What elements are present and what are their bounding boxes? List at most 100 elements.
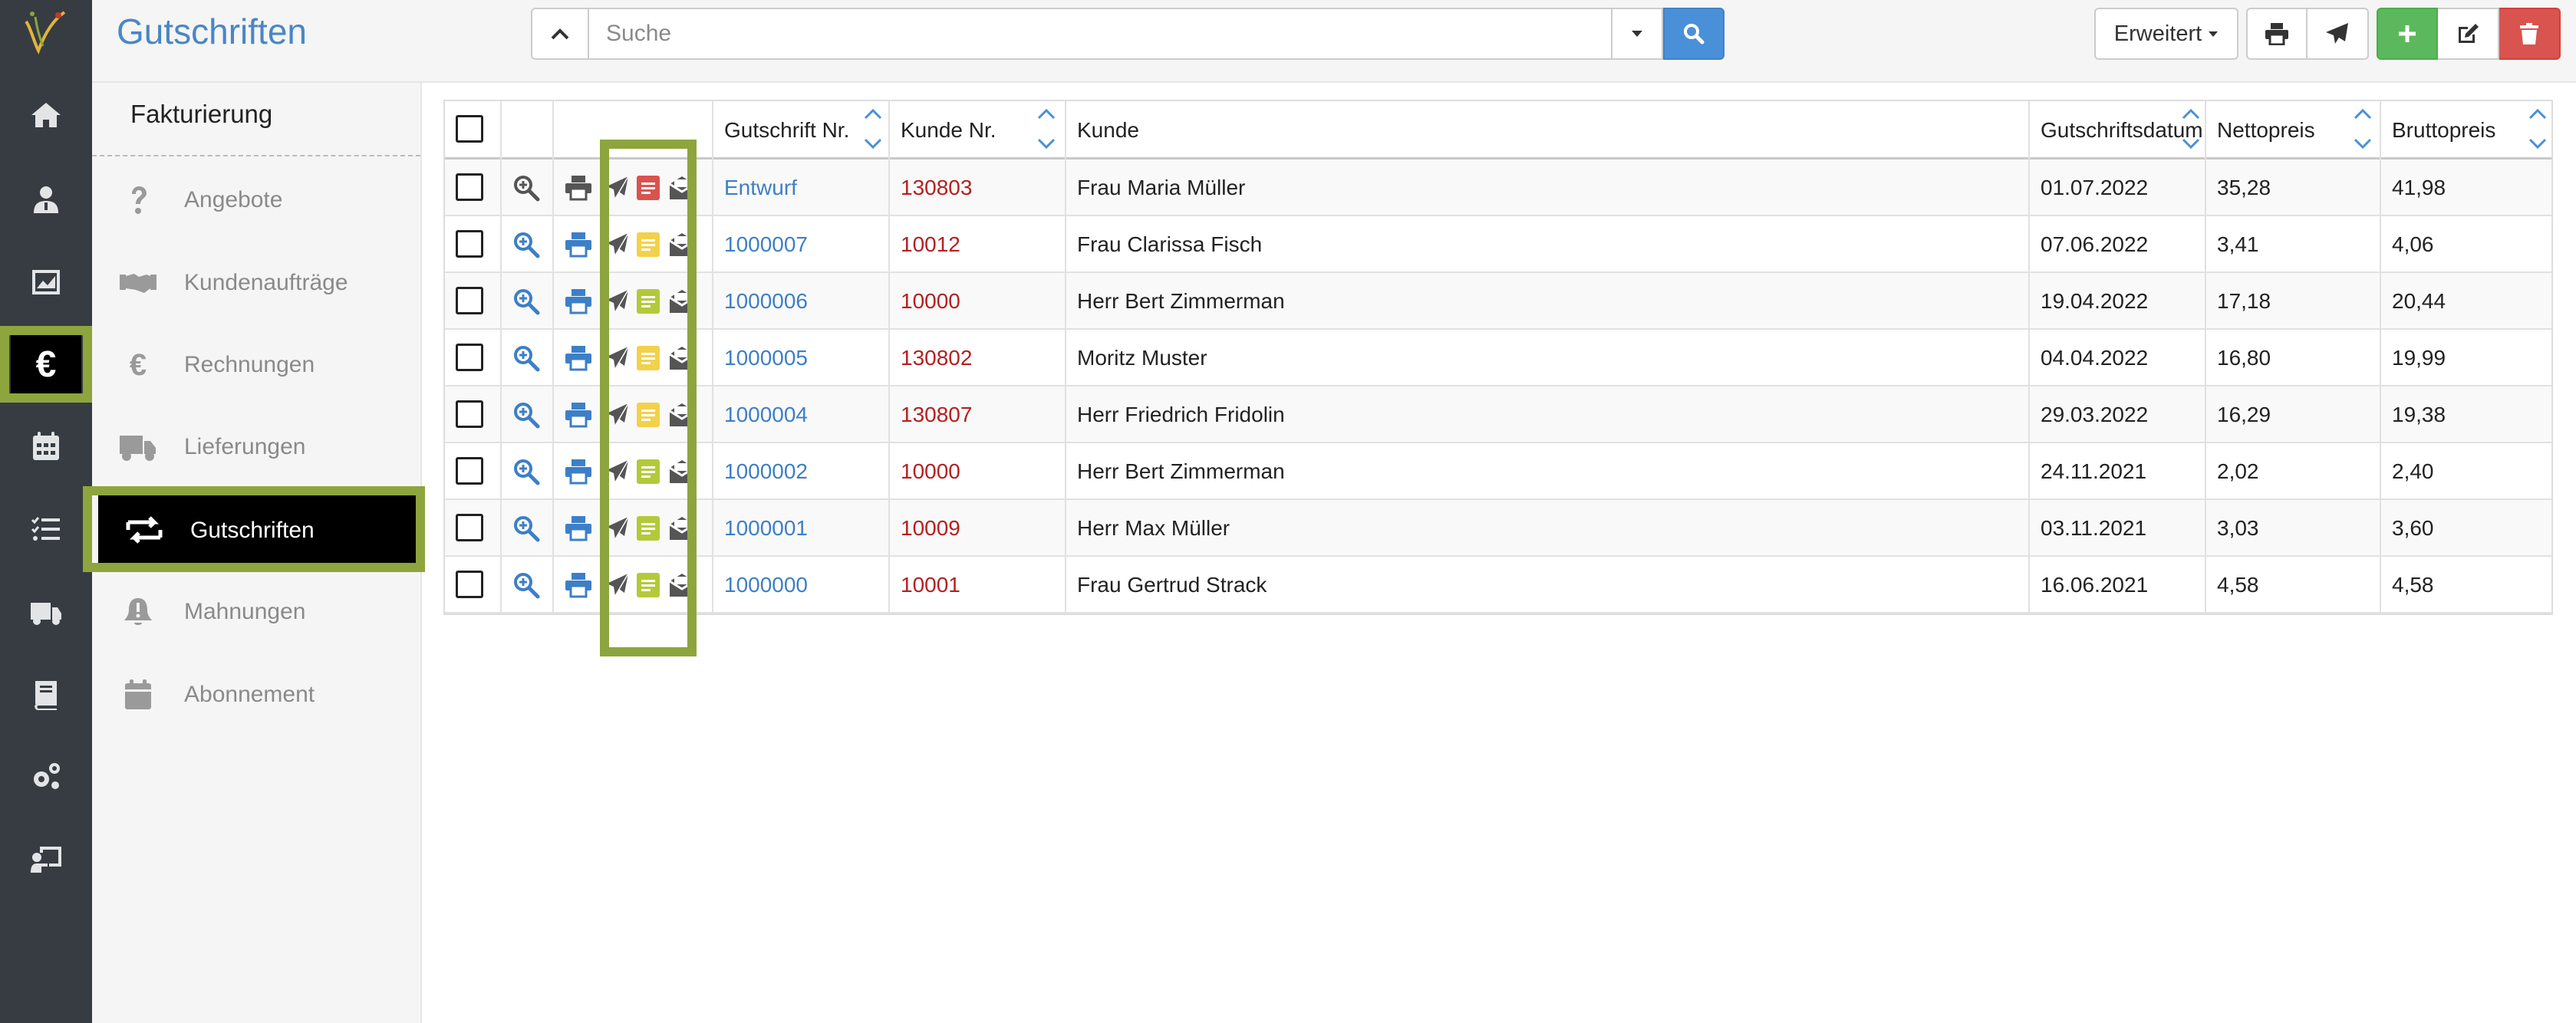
paper-plane-icon[interactable] xyxy=(604,230,631,259)
paper-plane-icon[interactable] xyxy=(604,571,631,600)
app-logo-icon[interactable] xyxy=(20,5,72,58)
subnav-item-gutschriften[interactable]: Gutschriften xyxy=(98,489,416,572)
credit-note-number-link[interactable]: 1000007 xyxy=(724,230,808,259)
sort-icon[interactable] xyxy=(2528,107,2547,150)
envelope-open-icon[interactable] xyxy=(667,571,697,600)
document-status-icon[interactable] xyxy=(635,287,661,316)
table-row[interactable]: Entwurf 130803 Frau Maria Müller 01.07.2022… xyxy=(445,160,2551,216)
col-header-customer-no[interactable]: Kunde Nr. xyxy=(901,117,996,144)
credit-note-number-link[interactable]: 1000001 xyxy=(724,514,808,543)
edit-button[interactable] xyxy=(2438,8,2499,60)
paper-plane-icon[interactable] xyxy=(604,287,631,316)
rail-shipping[interactable] xyxy=(0,574,92,650)
rail-home[interactable] xyxy=(0,77,92,153)
envelope-open-icon[interactable] xyxy=(667,230,697,259)
envelope-open-icon[interactable] xyxy=(667,514,697,543)
subnav-item-kundenauftraege[interactable]: Kundenaufträge xyxy=(92,242,420,324)
document-status-icon[interactable] xyxy=(635,514,661,543)
rail-settings[interactable] xyxy=(0,738,92,814)
zoom-in-icon[interactable] xyxy=(511,173,542,202)
advanced-dropdown[interactable]: Erweitert xyxy=(2094,8,2238,60)
paper-plane-icon[interactable] xyxy=(604,400,631,429)
envelope-open-icon[interactable] xyxy=(667,457,697,486)
row-checkbox[interactable] xyxy=(456,344,483,371)
print-button[interactable] xyxy=(2246,8,2308,60)
envelope-open-icon[interactable] xyxy=(667,173,697,202)
table-row[interactable]: 1000002 10000 Herr Bert Zimmerman 24.11.202… xyxy=(445,443,2551,500)
select-all-checkbox[interactable] xyxy=(456,115,483,143)
search-input[interactable] xyxy=(589,8,1612,60)
subnav-item-rechnungen[interactable]: € Rechnungen xyxy=(92,324,420,406)
table-row[interactable]: 1000006 10000 Herr Bert Zimmerman 19.04.202… xyxy=(445,273,2551,330)
row-checkbox[interactable] xyxy=(456,457,483,485)
table-row[interactable]: 1000000 10001 Frau Gertrud Strack 16.06.202… xyxy=(445,557,2551,613)
zoom-in-icon[interactable] xyxy=(511,571,542,600)
print-icon[interactable] xyxy=(563,400,594,429)
print-icon[interactable] xyxy=(563,457,594,486)
paper-plane-icon[interactable] xyxy=(604,514,631,543)
zoom-in-icon[interactable] xyxy=(511,344,542,373)
row-checkbox[interactable] xyxy=(456,514,483,541)
subnav-item-angebote[interactable]: Angebote xyxy=(92,159,420,242)
credit-note-number-link[interactable]: 1000006 xyxy=(724,287,808,316)
subnav-item-lieferungen[interactable]: Lieferungen xyxy=(92,406,420,488)
document-status-icon[interactable] xyxy=(635,173,661,202)
col-header-number[interactable]: Gutschrift Nr. xyxy=(724,117,849,144)
print-icon[interactable] xyxy=(563,344,594,373)
add-button[interactable] xyxy=(2377,8,2438,60)
paper-plane-icon[interactable] xyxy=(604,457,631,486)
table-row[interactable]: 1000004 130807 Herr Friedrich Fridolin 29.0… xyxy=(445,387,2551,443)
envelope-open-icon[interactable] xyxy=(667,400,697,429)
document-status-icon[interactable] xyxy=(635,457,661,486)
sort-icon[interactable] xyxy=(2354,107,2372,150)
zoom-in-icon[interactable] xyxy=(511,230,542,259)
sort-icon[interactable] xyxy=(1037,107,1056,150)
zoom-in-icon[interactable] xyxy=(511,457,542,486)
rail-tasks[interactable] xyxy=(0,491,92,567)
sort-icon[interactable] xyxy=(2182,107,2200,150)
row-checkbox[interactable] xyxy=(456,571,483,598)
rail-book[interactable] xyxy=(0,656,92,733)
print-icon[interactable] xyxy=(563,514,594,543)
print-icon[interactable] xyxy=(563,287,594,316)
document-status-icon[interactable] xyxy=(635,230,661,259)
col-header-date[interactable]: Gutschriftsdatum xyxy=(2041,117,2202,144)
row-checkbox[interactable] xyxy=(456,287,483,314)
delete-button[interactable] xyxy=(2499,8,2561,60)
subnav-item-mahnungen[interactable]: Mahnungen xyxy=(92,571,420,653)
row-checkbox[interactable] xyxy=(456,173,483,201)
print-icon[interactable] xyxy=(563,571,594,600)
document-status-icon[interactable] xyxy=(635,571,661,600)
rail-contacts[interactable] xyxy=(0,161,92,238)
rail-dashboard[interactable] xyxy=(0,244,92,321)
table-row[interactable]: 1000005 130802 Moritz Muster 04.04.2022 16,8… xyxy=(445,330,2551,387)
paper-plane-icon[interactable] xyxy=(604,173,631,202)
print-icon[interactable] xyxy=(563,173,594,202)
col-header-gross[interactable]: Bruttopreis xyxy=(2392,117,2495,144)
paper-plane-icon[interactable] xyxy=(604,344,631,373)
row-checkbox[interactable] xyxy=(456,400,483,428)
zoom-in-icon[interactable] xyxy=(511,400,542,429)
table-row[interactable]: 1000007 10012 Frau Clarissa Fisch 07.06.202… xyxy=(445,216,2551,273)
col-header-customer[interactable]: Kunde xyxy=(1077,117,1139,144)
document-status-icon[interactable] xyxy=(635,344,661,373)
zoom-in-icon[interactable] xyxy=(511,514,542,543)
print-icon[interactable] xyxy=(563,230,594,259)
zoom-in-icon[interactable] xyxy=(511,287,542,316)
rail-calendar[interactable] xyxy=(0,408,92,485)
envelope-open-icon[interactable] xyxy=(667,344,697,373)
rail-support[interactable] xyxy=(0,821,92,897)
sort-icon[interactable] xyxy=(864,107,882,150)
credit-note-number-link[interactable]: 1000002 xyxy=(724,457,808,486)
envelope-open-icon[interactable] xyxy=(667,287,697,316)
rail-billing[interactable]: € xyxy=(0,326,92,403)
document-status-icon[interactable] xyxy=(635,400,661,429)
search-button[interactable] xyxy=(1663,8,1724,60)
col-header-net[interactable]: Nettopreis xyxy=(2217,117,2315,144)
credit-note-number-link[interactable]: Entwurf xyxy=(724,173,797,202)
credit-note-number-link[interactable]: 1000004 xyxy=(724,400,808,429)
search-options-button[interactable] xyxy=(1612,8,1663,60)
send-button[interactable] xyxy=(2308,8,2369,60)
subnav-item-abonnement[interactable]: Abonnement xyxy=(92,653,420,736)
credit-note-number-link[interactable]: 1000005 xyxy=(724,344,808,373)
